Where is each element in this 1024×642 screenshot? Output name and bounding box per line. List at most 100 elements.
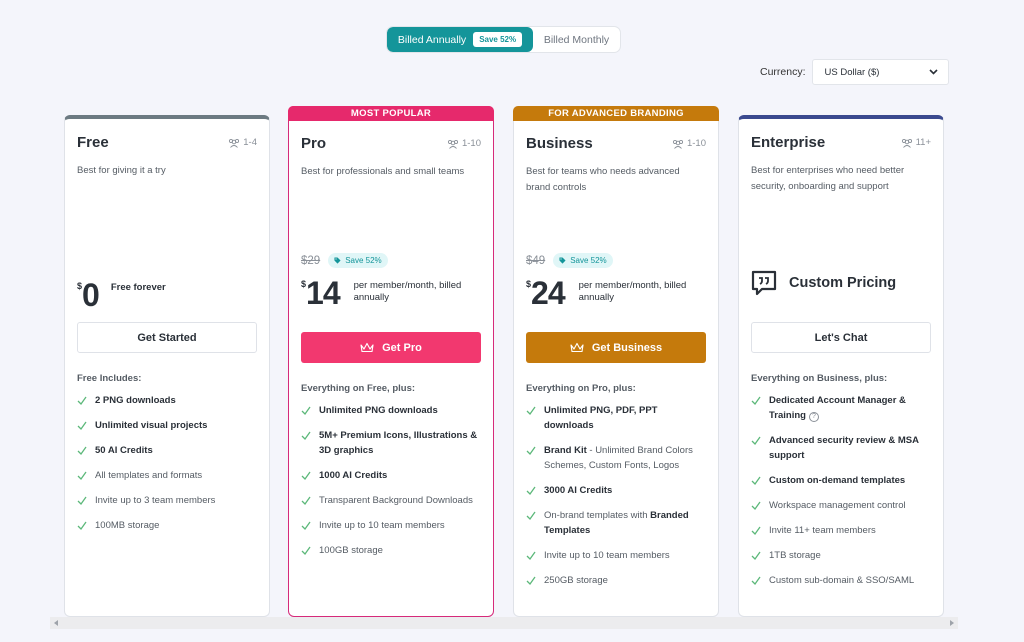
features-title: Everything on Business, plus:: [751, 373, 888, 384]
check-icon: [77, 521, 87, 530]
check-icon: [77, 396, 87, 405]
team-size: 1-10: [672, 138, 706, 149]
price-area: $49 Save 52% $ 24 per member/month, bill…: [526, 253, 706, 317]
check-icon: [751, 476, 761, 485]
crown-icon: [360, 342, 374, 353]
feature-item: Transparent Background Downloads: [301, 493, 483, 508]
plan-card-free: Free 1-4 Best for giving it a try $ 0 Fr…: [64, 115, 270, 617]
get-pro-button[interactable]: Get Pro: [301, 332, 481, 363]
feature-text: 1000 AI Credits: [319, 470, 388, 481]
feature-item: All templates and formats: [77, 468, 259, 483]
people-icon: [447, 139, 459, 149]
feature-text: Unlimited PNG, PDF, PPT downloads: [544, 405, 658, 431]
check-icon: [526, 511, 536, 520]
lets-chat-button[interactable]: Let's Chat: [751, 322, 931, 353]
old-price: $49: [526, 254, 546, 267]
feature-text: 100GB storage: [319, 545, 383, 556]
horizontal-scrollbar[interactable]: [50, 617, 958, 629]
tag-icon: [559, 257, 566, 264]
features-title: Everything on Free, plus:: [301, 383, 416, 394]
feature-text: 250GB storage: [544, 575, 608, 586]
check-icon: [751, 551, 761, 560]
feature-item: 1TB storage: [751, 548, 933, 563]
chevron-down-icon: [928, 69, 938, 75]
price-value: 14: [306, 275, 341, 311]
check-icon: [77, 421, 87, 430]
save-tag-text: Save 52%: [345, 256, 382, 265]
feature-item: 5M+ Premium Icons, Illustrations & 3D gr…: [301, 428, 483, 458]
plan-name: Business: [526, 135, 593, 152]
check-icon: [751, 526, 761, 535]
help-icon[interactable]: ?: [808, 412, 819, 422]
feature-text: Invite up to 10 team members: [319, 520, 445, 531]
feature-text: 1TB storage: [769, 550, 821, 561]
feature-item: Invite up to 3 team members: [77, 493, 259, 508]
billed-annually-option[interactable]: Billed Annually Save 52%: [387, 27, 533, 52]
feature-text: Brand Kit - Unlimited Brand Colors Schem…: [544, 443, 708, 473]
billing-toggle: Billed Annually Save 52% Billed Monthly: [386, 26, 621, 53]
check-icon: [77, 446, 87, 455]
features-title: Everything on Pro, plus:: [526, 383, 636, 394]
feature-item: Dedicated Account Manager & Training?: [751, 393, 933, 423]
feature-item: Unlimited visual projects: [77, 418, 259, 433]
get-business-button[interactable]: Get Business: [526, 332, 706, 363]
get-started-button[interactable]: Get Started: [77, 322, 257, 353]
scroll-right-arrow-icon[interactable]: [950, 620, 954, 626]
custom-pricing: Custom Pricing: [751, 270, 896, 296]
annual-save-badge: Save 52%: [473, 32, 523, 47]
people-icon: [672, 139, 684, 149]
check-icon: [301, 431, 311, 440]
plan-description: Best for professionals and small teams: [301, 166, 465, 177]
most-popular-banner: MOST POPULAR: [288, 106, 494, 121]
feature-text: 50 AI Credits: [95, 445, 153, 456]
scroll-left-arrow-icon[interactable]: [54, 620, 58, 626]
price-area: $ 0 Free forever: [77, 269, 257, 319]
feature-label: Dedicated Account Manager & Training: [769, 395, 906, 421]
check-icon: [77, 471, 87, 480]
check-icon: [526, 446, 536, 455]
team-size: 1-10: [447, 138, 481, 149]
people-icon: [228, 138, 240, 148]
feature-text: Unlimited PNG downloads: [319, 405, 438, 416]
plan-description: Best for enterprises who need better sec…: [751, 165, 905, 192]
plan-name: Enterprise: [751, 134, 826, 151]
team-size: 1-4: [228, 137, 257, 148]
currency-selector: Currency: US Dollar ($): [760, 59, 949, 85]
feature-text: 100MB storage: [95, 520, 160, 531]
custom-pricing-label: Custom Pricing: [789, 275, 897, 291]
feature-item: 250GB storage: [526, 573, 708, 588]
check-icon: [301, 521, 311, 530]
feature-bold-text: Brand Kit: [544, 445, 587, 456]
feature-text: Custom on-demand templates: [769, 475, 906, 486]
feature-text: Invite 11+ team members: [769, 525, 876, 536]
advanced-branding-banner: FOR ADVANCED BRANDING: [513, 106, 719, 121]
features-title: Free Includes:: [77, 373, 142, 384]
billed-monthly-option[interactable]: Billed Monthly: [533, 27, 620, 52]
currency-label: Currency:: [760, 66, 806, 78]
team-size: 11+: [901, 137, 931, 148]
feature-text: Dedicated Account Manager & Training?: [769, 393, 933, 423]
feature-text: Unlimited visual projects: [95, 420, 208, 431]
check-icon: [526, 551, 536, 560]
feature-item: Advanced security review & MSA support: [751, 433, 933, 463]
quote-bubble-icon: [751, 270, 777, 296]
feature-item: Invite up to 10 team members: [301, 518, 483, 533]
feature-text: Custom sub-domain & SSO/SAML: [769, 575, 915, 586]
team-size-value: 11+: [915, 137, 931, 148]
check-icon: [751, 436, 761, 445]
feature-item: 100MB storage: [77, 518, 259, 533]
check-icon: [301, 406, 311, 415]
check-icon: [751, 501, 761, 510]
check-icon: [301, 496, 311, 505]
currency-dropdown[interactable]: US Dollar ($): [811, 59, 949, 85]
price-value: 0: [82, 277, 100, 313]
feature-text: Workspace management control: [769, 500, 906, 511]
currency-selected-value: US Dollar ($): [824, 66, 880, 78]
feature-item: 2 PNG downloads: [77, 393, 259, 408]
plan-name: Pro: [301, 135, 327, 152]
check-icon: [77, 496, 87, 505]
save-tag: Save 52%: [328, 253, 388, 268]
team-size-value: 1-10: [461, 138, 481, 149]
billed-monthly-label: Billed Monthly: [543, 33, 610, 46]
tag-icon: [334, 257, 341, 264]
